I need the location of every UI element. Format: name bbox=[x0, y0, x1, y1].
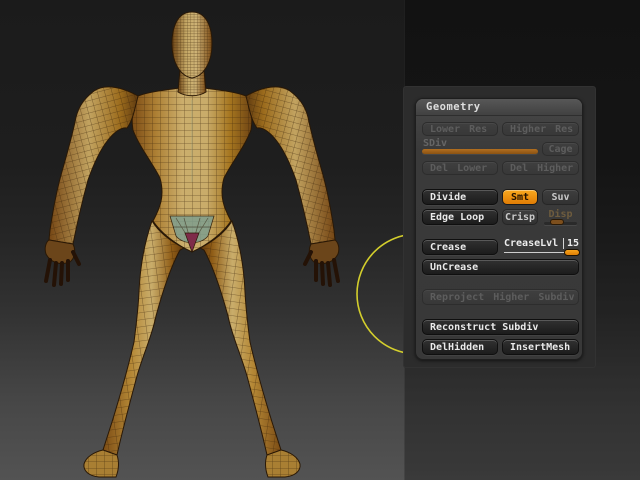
edge-loop-button[interactable]: Edge Loop bbox=[422, 209, 498, 225]
disp-slider-handle bbox=[550, 219, 564, 225]
mesh-left-leg bbox=[102, 220, 185, 456]
crease-lvl-label: CreaseLvl bbox=[504, 238, 559, 249]
humanoid-mesh-render bbox=[44, 11, 404, 478]
reconstruct-subdiv-button[interactable]: Reconstruct Subdiv bbox=[422, 319, 579, 335]
crease-lvl-text: CreaseLvl 15 bbox=[504, 238, 579, 249]
geometry-panel: Geometry Lower Res Higher Res SDiv Cage … bbox=[415, 98, 583, 360]
mesh-left-hand bbox=[44, 239, 81, 287]
crease-button[interactable]: Crease bbox=[422, 239, 498, 255]
divide-button[interactable]: Divide bbox=[422, 189, 498, 205]
reproject-higher-subdiv-button: Reproject Higher Subdiv bbox=[422, 289, 579, 305]
mesh-right-arm bbox=[245, 86, 336, 245]
higher-res-button: Higher Res bbox=[502, 122, 579, 136]
sdiv-slider-label: SDiv bbox=[423, 138, 448, 149]
zbrush-window: Geometry Lower Res Higher Res SDiv Cage … bbox=[0, 0, 640, 480]
del-hidden-button[interactable]: DelHidden bbox=[422, 339, 498, 355]
del-higher-button: Del Higher bbox=[502, 161, 579, 175]
crisp-toggle[interactable]: Crisp bbox=[502, 209, 538, 225]
sculpt-viewport[interactable] bbox=[0, 0, 404, 480]
cage-button: Cage bbox=[542, 142, 579, 156]
crease-lvl-slider[interactable]: CreaseLvl 15 bbox=[504, 238, 580, 256]
mesh-left-arm bbox=[48, 86, 139, 245]
lower-res-button: Lower Res bbox=[422, 122, 498, 136]
sdiv-slider-fill bbox=[422, 149, 538, 154]
sdiv-slider bbox=[422, 149, 538, 154]
crease-lvl-value: 15 bbox=[562, 238, 579, 249]
mesh-right-hand bbox=[303, 239, 340, 287]
mesh-right-leg bbox=[199, 220, 282, 456]
insert-mesh-button[interactable]: InsertMesh bbox=[502, 339, 579, 355]
crease-lvl-handle[interactable] bbox=[564, 249, 580, 256]
brush-ring bbox=[356, 234, 404, 354]
mesh-head bbox=[171, 11, 213, 97]
uncrease-button[interactable]: UnCrease bbox=[422, 259, 579, 275]
geometry-panel-header[interactable]: Geometry bbox=[416, 99, 582, 116]
smt-toggle[interactable]: Smt bbox=[502, 189, 538, 205]
suv-toggle[interactable]: Suv bbox=[542, 189, 579, 205]
del-lower-button: Del Lower bbox=[422, 161, 498, 175]
